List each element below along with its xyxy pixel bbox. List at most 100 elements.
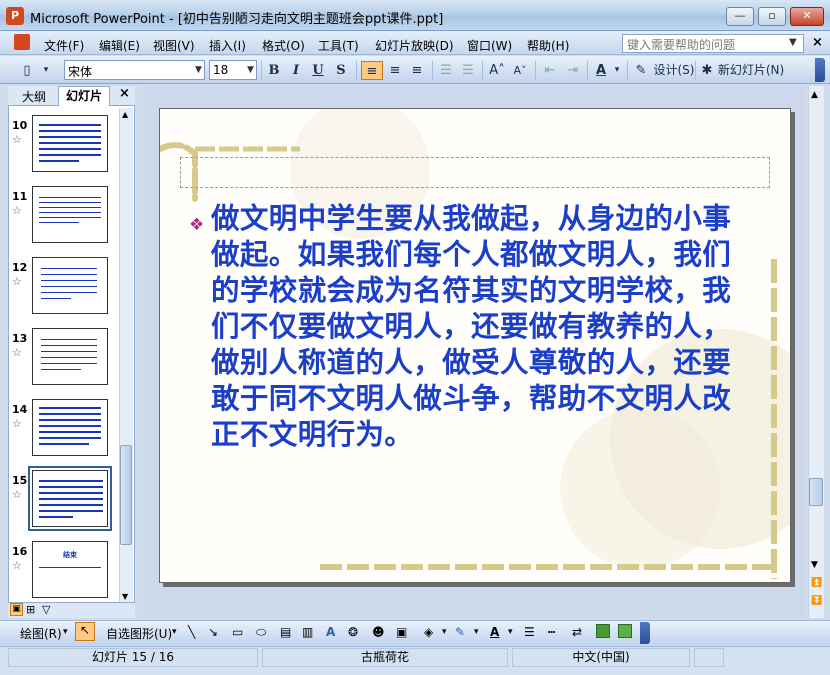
title-placeholder[interactable]	[180, 157, 770, 188]
increase-indent-icon[interactable]: ⇥	[563, 61, 583, 80]
slide-thumbnail-13[interactable]	[32, 328, 108, 385]
slide-body-text[interactable]: 做文明中学生要从我做起，从身边的小事做起。如果我们每个人都做文明人，我们的学校就…	[211, 200, 756, 452]
fill-color-icon[interactable]: ◈	[424, 625, 433, 639]
menu-slideshow[interactable]: 幻灯片放映(D)	[375, 37, 454, 54]
menu-file[interactable]: 文件(F)	[44, 37, 84, 54]
tab-slides[interactable]: 幻灯片	[58, 86, 110, 106]
3d-style-icon[interactable]	[618, 624, 632, 638]
line-icon[interactable]: ╲	[188, 625, 195, 639]
font-select[interactable]: 宋体	[64, 60, 205, 80]
slide-thumbnail-14[interactable]	[32, 399, 108, 456]
design-template: 古瓶荷花	[262, 648, 508, 667]
slide-scrollbar-thumb[interactable]	[809, 478, 823, 506]
vertical-textbox-icon[interactable]: ▥	[302, 625, 313, 639]
powerpoint-icon[interactable]: P	[6, 7, 24, 25]
sorter-view-icon[interactable]: ⊞	[26, 603, 35, 616]
fill-dropdown-icon[interactable]: ▾	[442, 627, 447, 637]
doc-menu-icon[interactable]	[14, 34, 30, 50]
arrow-icon[interactable]: ↘	[208, 625, 218, 639]
maximize-button[interactable]: ▫	[758, 7, 786, 26]
design-button[interactable]: 设计(S)	[651, 61, 697, 80]
bold-button[interactable]: B	[265, 61, 283, 80]
align-right-button[interactable]: ≡	[407, 61, 427, 80]
numbering-button[interactable]: ☰	[436, 61, 456, 80]
line-style-icon[interactable]: ☰	[524, 625, 535, 639]
menu-edit[interactable]: 编辑(E)	[99, 37, 140, 54]
line-color-dropdown-icon[interactable]: ▾	[474, 627, 479, 637]
wordart-icon[interactable]: A	[326, 625, 335, 639]
clipart-icon[interactable]: ☻	[372, 625, 385, 639]
new-slide-button[interactable]: 新幻灯片(N)	[716, 61, 786, 80]
new-document-icon[interactable]: ▯	[16, 61, 38, 80]
panel-scrollbar-thumb[interactable]	[120, 445, 132, 545]
font-color-dropdown-icon[interactable]: ▾	[611, 61, 623, 80]
toolbar-options-icon[interactable]	[815, 58, 825, 82]
textbox-icon[interactable]: ▤	[280, 625, 291, 639]
diagram-icon[interactable]: ❂	[348, 625, 358, 639]
decrease-font-icon[interactable]: A˅	[510, 61, 530, 80]
doc-close-icon[interactable]: ×	[812, 35, 823, 50]
underline-button[interactable]: U	[309, 61, 327, 80]
slide-scrollbar[interactable]	[808, 86, 824, 618]
slide-number: 16	[12, 545, 28, 558]
bullets-button[interactable]: ☰	[458, 61, 478, 80]
normal-view-icon[interactable]: ▣	[10, 603, 23, 616]
transition-icon: ☆	[12, 488, 22, 501]
slide-number: 15	[12, 474, 28, 487]
toolbar-separator	[587, 61, 588, 80]
picture-icon[interactable]: ▣	[396, 625, 407, 639]
shadow-button[interactable]: S	[332, 61, 350, 80]
decrease-indent-icon[interactable]: ⇤	[540, 61, 560, 80]
draw-menu[interactable]: 绘图(R)	[20, 625, 62, 642]
help-search-input[interactable]: 键入需要帮助的问题	[622, 34, 804, 53]
transition-icon: ☆	[12, 204, 22, 217]
line-color-icon[interactable]: ✎	[455, 625, 465, 639]
increase-font-icon[interactable]: A˄	[487, 61, 507, 80]
align-left-button[interactable]: ≡	[361, 61, 383, 80]
font-color-icon[interactable]: A	[592, 61, 610, 80]
menu-insert[interactable]: 插入(I)	[209, 37, 246, 54]
dash-style-icon[interactable]: ┅	[548, 625, 555, 639]
slide-thumbnail-15[interactable]	[28, 466, 112, 531]
scroll-up-icon[interactable]: ▲	[811, 90, 818, 100]
slide-thumbnail-10[interactable]	[32, 115, 108, 172]
scroll-down-icon[interactable]: ▼	[811, 560, 818, 570]
draw-font-color-icon[interactable]: A	[490, 625, 499, 639]
arrow-style-icon[interactable]: ⇄	[572, 625, 582, 639]
italic-button[interactable]: I	[287, 61, 305, 80]
autoshapes-dropdown-icon[interactable]: ▾	[172, 627, 177, 637]
menu-view[interactable]: 视图(V)	[153, 37, 195, 54]
size-dropdown-icon[interactable]: ▼	[247, 65, 254, 75]
menu-window[interactable]: 窗口(W)	[467, 37, 512, 54]
tab-outline[interactable]: 大纲	[22, 88, 46, 105]
slide-thumbnail-11[interactable]	[32, 186, 108, 243]
font-dropdown-icon[interactable]: ▼	[195, 65, 202, 75]
menu-tools[interactable]: 工具(T)	[318, 37, 359, 54]
draw-dropdown-icon[interactable]: ▾	[63, 627, 68, 637]
slideshow-view-icon[interactable]: ▽	[42, 603, 50, 616]
minimize-button[interactable]: —	[726, 7, 754, 26]
drawbar-options-icon[interactable]	[640, 622, 650, 644]
menu-format[interactable]: 格式(O)	[262, 37, 305, 54]
scroll-down-icon[interactable]: ▼	[122, 592, 128, 601]
draw-font-color-dropdown-icon[interactable]: ▾	[508, 627, 513, 637]
rectangle-icon[interactable]: ▭	[232, 625, 243, 639]
panel-close-icon[interactable]: ×	[119, 86, 130, 101]
toolbar-separator	[695, 61, 696, 80]
menu-help[interactable]: 帮助(H)	[527, 37, 569, 54]
transition-icon: ☆	[12, 275, 22, 288]
scroll-up-icon[interactable]: ▲	[122, 110, 128, 119]
oval-icon[interactable]: ⬭	[256, 625, 266, 640]
autoshapes-menu[interactable]: 自选图形(U)	[106, 625, 172, 642]
prev-slide-icon[interactable]: ⏫	[811, 578, 822, 588]
shadow-style-icon[interactable]	[596, 624, 610, 638]
transition-icon: ☆	[12, 346, 22, 359]
close-button[interactable]: ✕	[790, 7, 824, 26]
select-pointer-icon[interactable]: ↖	[75, 622, 95, 641]
next-slide-icon[interactable]: ⏬	[811, 596, 822, 606]
slide-thumbnail-16[interactable]: 结束	[32, 541, 108, 598]
help-dropdown-icon[interactable]: ▼	[789, 37, 797, 48]
slide-thumbnail-12[interactable]	[32, 257, 108, 314]
align-center-button[interactable]: ≡	[385, 61, 405, 80]
new-dropdown-icon[interactable]: ▾	[40, 61, 52, 80]
